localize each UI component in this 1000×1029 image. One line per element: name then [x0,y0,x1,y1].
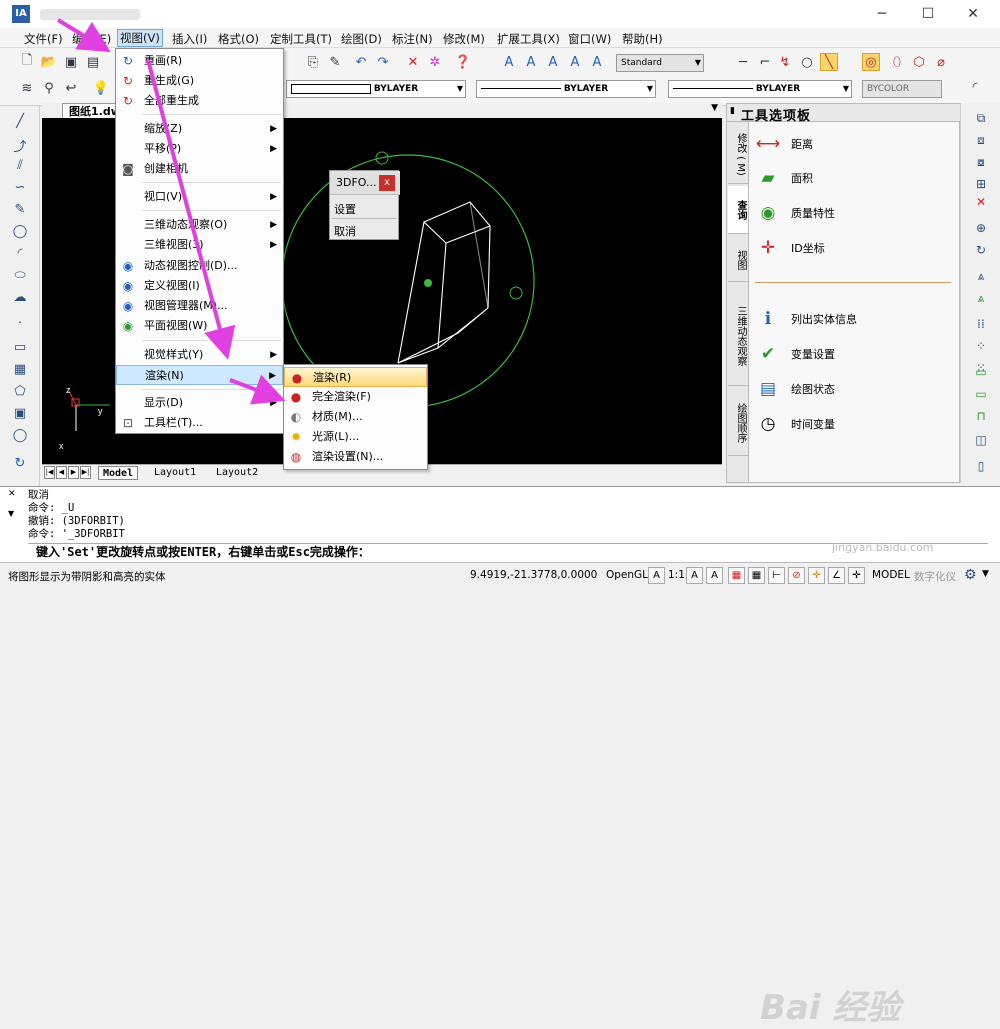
status-bar: 将图形显示为带阴影和高亮的实体 9.4919,-21.3778,0.0000 O… [0,562,1000,589]
arrow-to-view-menu [56,18,111,53]
command-window: ✕ ▼ 取消 命令: _U 撤销: (3DFORBIT) 命令: '_3DFOR… [0,486,1000,1028]
cmd-history-line: 命令: _U [28,502,75,514]
baidu-watermark: Bai 经验 [760,988,901,1028]
dyn-input-icon[interactable]: ✛ [848,567,865,584]
osnap-icon[interactable]: ✛ [808,567,825,584]
annotation-icon[interactable]: A [648,567,665,584]
status-message: 将图形显示为带阴影和高亮的实体 [8,571,166,583]
cmd-close-icon[interactable]: ✕ [8,489,16,499]
settings-gear-icon[interactable]: ⚙ [964,567,977,583]
grid-icon[interactable]: ▦ [748,567,765,584]
digitizer-label[interactable]: 数字化仪 [914,569,956,584]
snap-mode-icon[interactable]: ▦ [728,567,745,584]
arrow-to-render [146,59,236,360]
anno-visibility-icon[interactable]: A [686,567,703,584]
cmd-history-line: 撤销: (3DFORBIT) [28,515,125,527]
otrack-icon[interactable]: ∠ [828,567,845,584]
cmd-history-line: 取消 [28,489,49,501]
baidu-watermark-url: jingyan.baidu.com [832,541,934,554]
annotation-scale[interactable]: 1:1 [668,569,685,581]
cmd-history-line: 命令: '_3DFORBIT [28,528,125,540]
status-menu-icon[interactable]: ▼ [982,569,989,579]
cmd-menu-icon[interactable]: ▼ [8,509,14,518]
opengl-label[interactable]: OpenGL [606,569,648,581]
ortho-icon[interactable]: ⊢ [768,567,785,584]
anno-auto-icon[interactable]: A [706,567,723,584]
polar-icon[interactable]: ⊘ [788,567,805,584]
arrow-to-render-submenu [229,374,286,405]
model-space-label[interactable]: MODEL [872,569,910,581]
coordinate-readout: 9.4919,-21.3778,0.0000 [470,569,598,581]
